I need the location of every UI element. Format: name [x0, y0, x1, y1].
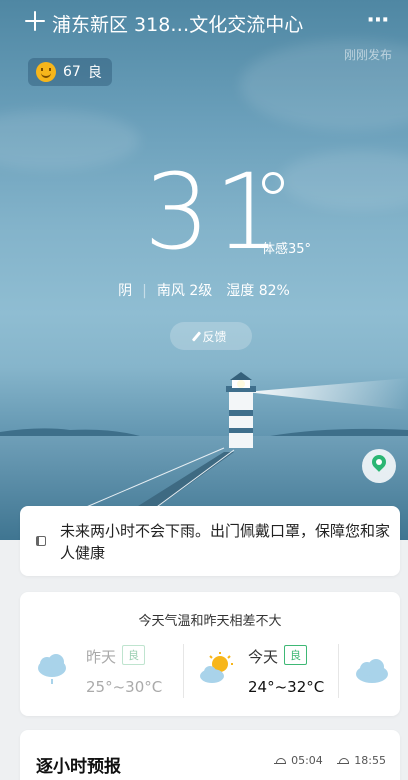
weather-condition: 阴: [118, 283, 133, 299]
speaker-icon: [36, 536, 46, 546]
weather-hero: 浦东新区 318…文化交流中心 ⋯ 刚刚发布 67 良 31 体感35° 阴 | 南…: [0, 0, 408, 540]
sunset-icon: [336, 757, 349, 764]
lighthouse-tower: [229, 392, 253, 448]
sunrise-time: 05:04: [291, 754, 323, 767]
today-range: 24°~32°C: [248, 678, 325, 696]
divider: [183, 644, 184, 698]
yesterday-label: 昨天: [86, 648, 117, 666]
light-beam: [246, 378, 408, 410]
sunrise: 05:04: [273, 754, 323, 767]
location-title[interactable]: 浦东新区 318…文化交流中心: [52, 10, 303, 37]
publish-time: 刚刚发布: [343, 48, 392, 62]
yesterday-range: 25°~30°C: [86, 678, 163, 696]
comparison-headline: 今天气温和昨天相差不大: [138, 614, 282, 629]
hourly-forecast-card[interactable]: 逐小时预报 05:04 18:55: [20, 730, 400, 780]
humidity: 湿度 82%: [226, 283, 290, 299]
map-pin-icon: [369, 452, 389, 472]
feedback-label: 反馈: [202, 329, 227, 344]
sunrise-icon: [273, 757, 286, 764]
precipitation-notice[interactable]: 未来两小时不会下雨。出门佩戴口罩，保障您和家人健康: [20, 506, 400, 576]
distant-hill: [270, 428, 408, 436]
divider: [338, 644, 339, 698]
rain-cloud-icon: [38, 654, 66, 684]
today-summary: 今天 良 24°~32°C: [186, 644, 336, 704]
conditions-row: 阴 | 南风 2级 湿度 82%: [118, 283, 290, 299]
today-label: 今天: [248, 648, 279, 666]
map-button[interactable]: [362, 449, 396, 483]
hourly-title: 逐小时预报: [36, 757, 121, 777]
degree-symbol: [262, 172, 284, 194]
sunset-time: 18:55: [354, 754, 386, 767]
partly-sunny-icon: [200, 652, 233, 683]
aqi-badge[interactable]: 67 良: [28, 58, 112, 86]
top-bar: 浦东新区 318…文化交流中心 ⋯: [0, 6, 408, 42]
sunset: 18:55: [336, 754, 386, 767]
today-aqi-badge: 良: [284, 645, 307, 665]
aqi-label: 良: [87, 65, 102, 81]
pencil-icon: [192, 330, 202, 342]
sun-times: 05:04 18:55: [273, 754, 386, 767]
aqi-value: 67: [63, 64, 81, 80]
temperature-comparison-card[interactable]: 今天气温和昨天相差不大 昨天 良 25°~30°C 今天 良 24°~32°C: [20, 592, 400, 716]
yesterday-aqi-badge: 良: [122, 645, 145, 665]
smile-face-icon: [36, 62, 56, 82]
feedback-button[interactable]: 反馈: [170, 322, 252, 350]
more-menu-icon[interactable]: ⋯: [367, 8, 390, 33]
add-city-icon[interactable]: [24, 10, 46, 32]
yesterday-summary: 昨天 良 25°~30°C: [20, 644, 180, 704]
distant-hill: [0, 428, 140, 436]
notice-text: 未来两小时不会下雨。出门佩戴口罩，保障您和家人健康: [60, 522, 391, 562]
wind: 南风 2级: [156, 283, 213, 299]
cloud-icon: [356, 659, 388, 683]
feels-like: 体感35°: [262, 242, 312, 257]
